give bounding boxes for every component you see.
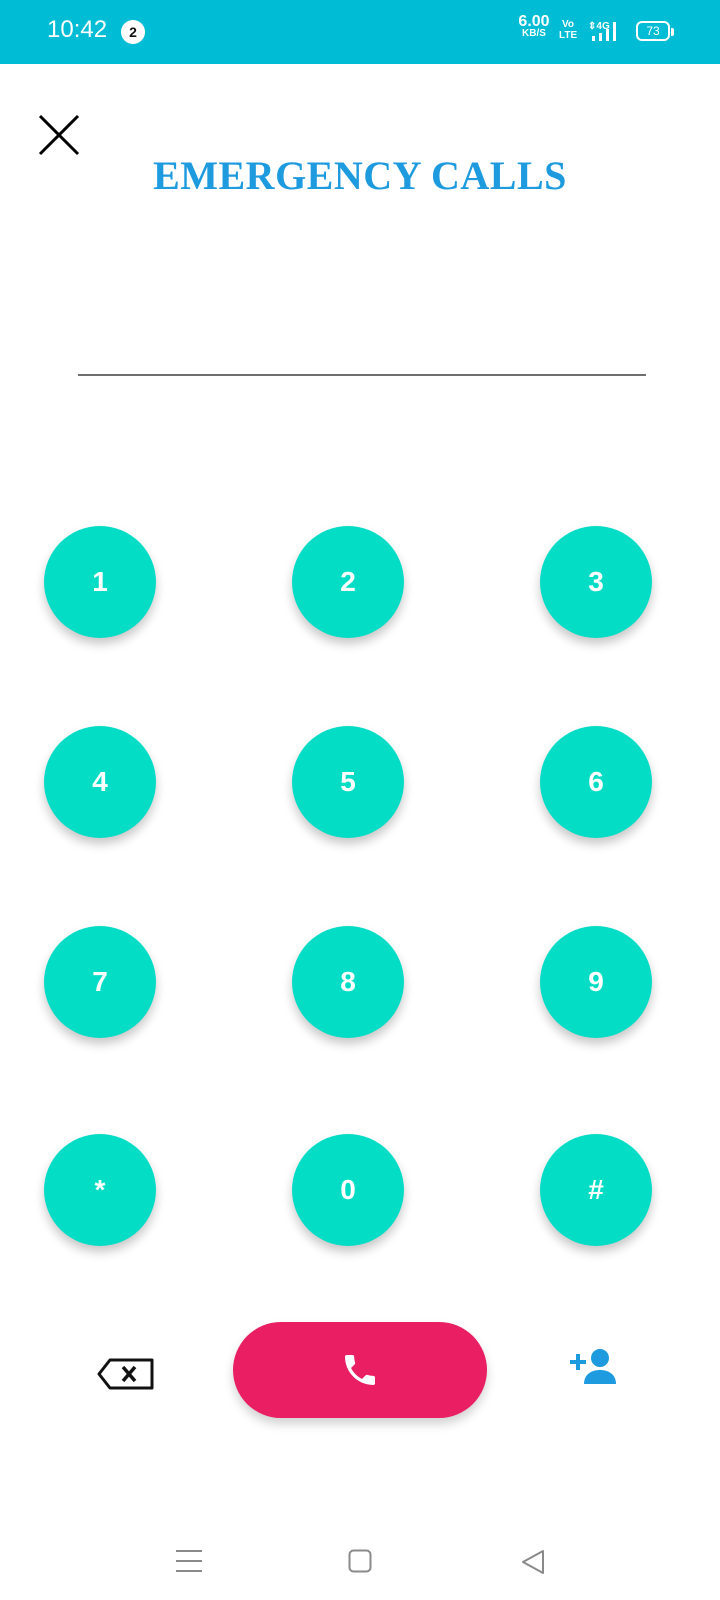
volte-bottom: LTE: [559, 30, 578, 41]
key-1[interactable]: 1: [44, 526, 156, 638]
menu-icon: [176, 1550, 202, 1572]
status-bar: 10:42 2 6.00 KB/S Vo LTE ⇕4G 73: [0, 0, 720, 64]
network-speed-value: 6.00: [518, 13, 550, 30]
key-4[interactable]: 4: [44, 726, 156, 838]
add-contact-button[interactable]: [570, 1348, 622, 1388]
system-nav-bar: [0, 1520, 720, 1600]
home-square-icon: [348, 1549, 372, 1573]
key-8[interactable]: 8: [292, 926, 404, 1038]
recent-apps-button[interactable]: [174, 1548, 204, 1574]
key-2[interactable]: 2: [292, 526, 404, 638]
call-button[interactable]: [233, 1322, 487, 1418]
key-7[interactable]: 7: [44, 926, 156, 1038]
key-star[interactable]: *: [44, 1134, 156, 1246]
key-3[interactable]: 3: [540, 526, 652, 638]
phone-number-input[interactable]: [78, 300, 646, 376]
add-contact-icon: [570, 1349, 616, 1384]
key-hash[interactable]: #: [540, 1134, 652, 1246]
page-title: EMERGENCY CALLS: [153, 153, 567, 198]
network-speed: 6.00 KB/S: [514, 13, 554, 40]
key-0[interactable]: 0: [292, 1134, 404, 1246]
notification-badge: 2: [121, 20, 145, 44]
backspace-button[interactable]: [96, 1356, 156, 1392]
volte-top: Vo: [561, 19, 575, 30]
key-6[interactable]: 6: [540, 726, 652, 838]
back-button[interactable]: [520, 1548, 546, 1576]
backspace-icon: [97, 1358, 154, 1390]
battery-level: 73: [646, 24, 660, 38]
battery-icon: 73: [636, 21, 674, 41]
status-time: 10:42: [47, 16, 108, 43]
back-triangle-icon: [522, 1550, 544, 1574]
home-button[interactable]: [348, 1549, 372, 1573]
volte-indicator: Vo LTE: [559, 19, 577, 41]
phone-icon: [345, 1355, 375, 1385]
signal-icon: ⇕4G: [586, 19, 628, 50]
key-9[interactable]: 9: [540, 926, 652, 1038]
key-5[interactable]: 5: [292, 726, 404, 838]
